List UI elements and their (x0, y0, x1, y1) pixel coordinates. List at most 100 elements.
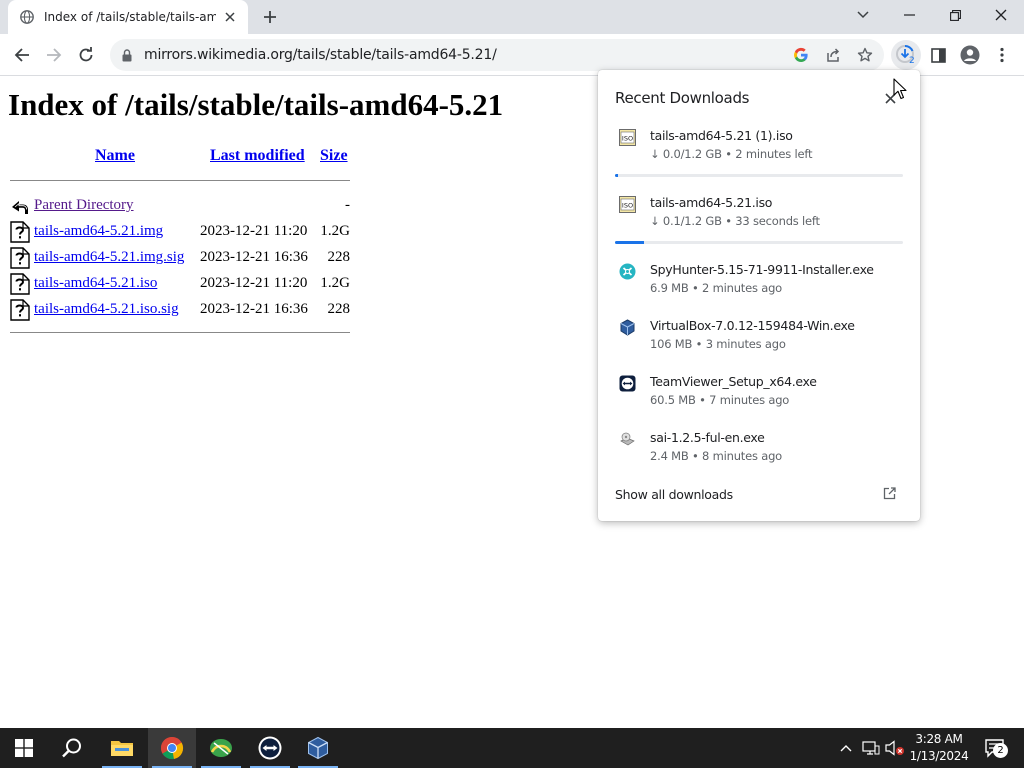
file-link[interactable]: tails-amd64-5.21.img.sig (34, 249, 184, 266)
side-panel-icon[interactable] (923, 40, 953, 70)
notification-center-icon[interactable]: 2 (978, 728, 1012, 768)
download-status: ↓ 0.0/1.2 GB • 2 minutes left (650, 147, 813, 161)
modified-cell: 2023-12-21 11:20 (200, 275, 308, 291)
svg-text:ISO: ISO (621, 201, 632, 209)
modified-cell: 2023-12-21 16:36 (200, 249, 308, 265)
size-cell: 1.2G (320, 223, 350, 239)
divider (10, 332, 350, 333)
share-icon[interactable] (823, 45, 843, 65)
back-arrow-icon (10, 195, 30, 217)
column-header-size[interactable]: Size (320, 147, 348, 165)
download-filename: tails-amd64-5.21 (1).iso (650, 128, 793, 143)
search-button[interactable] (48, 728, 96, 768)
table-row-parent: Parent Directory - (10, 193, 355, 219)
back-button[interactable] (7, 40, 37, 70)
forward-button[interactable] (39, 40, 69, 70)
close-window-button[interactable] (978, 0, 1024, 30)
download-filename: tails-amd64-5.21.iso (650, 195, 773, 210)
download-item[interactable]: TeamViewer_Setup_x64.exe 60.5 MB • 7 min… (598, 374, 920, 430)
system-clock[interactable]: 3:28 AM 1/13/2024 (907, 731, 971, 765)
iso-file-icon: ISO (618, 128, 636, 146)
tab-title: Index of /tails/stable/tails-amd64-5.21/ (44, 10, 216, 24)
open-external-icon[interactable] (883, 487, 899, 503)
file-link[interactable]: tails-amd64-5.21.iso (34, 275, 157, 292)
column-header-name[interactable]: Name (95, 147, 135, 165)
download-filename: TeamViewer_Setup_x64.exe (650, 374, 817, 389)
downloads-bubble: Recent Downloads ISO tails-amd64-5.21 (1… (598, 70, 920, 521)
lock-icon[interactable] (122, 48, 132, 62)
divider (10, 180, 350, 181)
download-status: 60.5 MB • 7 minutes ago (650, 393, 790, 407)
download-item[interactable]: VirtualBox-7.0.12-159484-Win.exe 106 MB … (598, 318, 920, 374)
download-progress-bar (615, 174, 903, 177)
size-cell: - (345, 197, 350, 213)
download-progress-fill (615, 241, 644, 244)
reload-button[interactable] (71, 40, 101, 70)
file-link[interactable]: tails-amd64-5.21.img (34, 223, 163, 240)
restore-button[interactable] (932, 0, 978, 30)
download-progress-bar (615, 241, 903, 244)
notification-count-badge: 2 (993, 743, 1008, 758)
size-cell: 228 (327, 249, 351, 265)
unknown-file-icon (10, 247, 30, 269)
downloads-button[interactable]: 2 (891, 40, 921, 70)
download-count-badge: 2 (909, 56, 915, 66)
modified-cell: 2023-12-21 16:36 (200, 301, 308, 317)
teamviewer-taskbar-icon[interactable] (246, 728, 294, 768)
teamviewer-icon (618, 374, 636, 392)
profile-avatar-icon[interactable] (955, 40, 985, 70)
bookmark-star-icon[interactable] (855, 45, 875, 65)
parent-directory-link[interactable]: Parent Directory (34, 197, 134, 214)
table-row: tails-amd64-5.21.iso.sig 2023-12-21 16:3… (10, 297, 355, 323)
download-item[interactable]: SpyHunter-5.15-71-9911-Installer.exe 6.9… (598, 262, 920, 318)
unknown-file-icon (10, 221, 30, 243)
tab-search-chevron-icon[interactable] (840, 0, 886, 30)
download-filename: sai-1.2.5-ful-en.exe (650, 430, 765, 445)
browser-tab[interactable]: Index of /tails/stable/tails-amd64-5.21/ (8, 0, 248, 34)
mouse-cursor-icon (893, 78, 907, 105)
virtualbox-taskbar-icon[interactable] (294, 728, 342, 768)
unknown-file-icon (10, 273, 30, 295)
download-status: 106 MB • 3 minutes ago (650, 337, 786, 351)
table-row: tails-amd64-5.21.img 2023-12-21 11:20 1.… (10, 219, 355, 245)
windows-taskbar: 3:28 AM 1/13/2024 2 (0, 728, 1024, 768)
download-filename: VirtualBox-7.0.12-159484-Win.exe (650, 318, 855, 333)
show-hidden-icons-chevron[interactable] (836, 728, 856, 768)
unknown-file-icon (10, 299, 30, 321)
tab-strip: Index of /tails/stable/tails-amd64-5.21/ (0, 0, 1024, 34)
svg-text:ISO: ISO (621, 134, 632, 142)
size-cell: 1.2G (320, 275, 350, 291)
table-row: tails-amd64-5.21.img.sig 2023-12-21 16:3… (10, 245, 355, 271)
google-translate-icon[interactable] (791, 45, 811, 65)
clock-date: 1/13/2024 (909, 749, 969, 763)
show-all-downloads-link[interactable]: Show all downloads (615, 487, 733, 502)
chrome-taskbar-icon[interactable] (148, 728, 196, 768)
iso-file-icon: ISO (618, 195, 636, 213)
table-row: tails-amd64-5.21.iso 2023-12-21 11:20 1.… (10, 271, 355, 297)
download-progress-fill (615, 174, 618, 177)
minimize-button[interactable] (886, 0, 932, 30)
download-item[interactable]: sai-1.2.5-ful-en.exe 2.4 MB • 8 minutes … (598, 430, 920, 486)
tab-close-icon[interactable] (222, 9, 238, 25)
downloads-title: Recent Downloads (615, 89, 750, 107)
file-explorer-icon[interactable] (98, 728, 146, 768)
start-button[interactable] (0, 728, 48, 768)
volume-muted-icon[interactable] (884, 728, 906, 768)
download-filename: SpyHunter-5.15-71-9911-Installer.exe (650, 262, 874, 277)
url-text: mirrors.wikimedia.org/tails/stable/tails… (144, 47, 497, 63)
page-heading: Index of /tails/stable/tails-amd64-5.21 (8, 87, 504, 122)
network-icon[interactable] (860, 728, 882, 768)
network-app-icon[interactable] (197, 728, 245, 768)
virtualbox-icon (618, 318, 636, 336)
file-link[interactable]: tails-amd64-5.21.iso.sig (34, 301, 179, 318)
column-header-last-modified[interactable]: Last modified (210, 147, 305, 165)
globe-icon (20, 10, 34, 24)
address-bar[interactable]: mirrors.wikimedia.org/tails/stable/tails… (110, 39, 884, 71)
spyhunter-icon (618, 262, 636, 280)
modified-cell: 2023-12-21 11:20 (200, 223, 308, 239)
kebab-menu-icon[interactable] (987, 40, 1017, 70)
new-tab-button[interactable] (258, 5, 282, 29)
size-cell: 228 (327, 301, 351, 317)
clock-time: 3:28 AM (915, 732, 963, 746)
download-status: 6.9 MB • 2 minutes ago (650, 281, 783, 295)
